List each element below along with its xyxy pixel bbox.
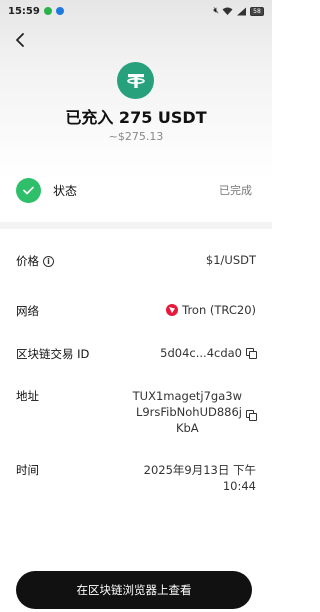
status-value: 已完成 xyxy=(219,184,252,197)
address-label: 地址 xyxy=(16,389,39,403)
back-button[interactable] xyxy=(10,30,30,50)
wifi-icon xyxy=(222,7,233,15)
txid-row: 区块链交易 ID 5d04c...4cda0 xyxy=(16,346,257,362)
signal-icon xyxy=(237,7,246,15)
wechat-icon xyxy=(43,7,52,15)
app-icon xyxy=(55,7,64,15)
status-label: 状态 xyxy=(53,183,78,198)
address-line-1: TUX1magetj7ga3w xyxy=(132,389,242,403)
network-row: 网络 Tron (TRC20) xyxy=(16,303,256,319)
price-label: 价格 xyxy=(16,254,39,268)
status-row: 状态 已完成 xyxy=(0,171,272,209)
time-label: 时间 xyxy=(16,463,39,477)
address-line-2: L9rsFibNohUD886j xyxy=(135,405,242,419)
address-line-3: KbA xyxy=(175,421,199,435)
info-icon[interactable]: i xyxy=(43,255,54,267)
time-line-2: 10:44 xyxy=(222,479,256,493)
status-bar: 15:59 🔇︎ 58 xyxy=(0,0,272,22)
network-value: Tron (TRC20) xyxy=(182,303,256,317)
tether-usdt-icon xyxy=(117,62,154,99)
address-row: 地址 TUX1magetj7ga3w L9rsFibNohUD886j KbA xyxy=(16,388,257,436)
section-divider xyxy=(0,222,272,229)
deposit-amount: 已充入 275 USDT xyxy=(65,108,207,127)
txid-label: 区块链交易 ID xyxy=(16,347,90,361)
chevron-left-icon xyxy=(16,33,24,47)
copy-address-icon[interactable] xyxy=(246,410,257,421)
mute-icon: 🔇︎ xyxy=(213,5,219,16)
price-value: $1/USDT xyxy=(205,253,256,267)
check-icon xyxy=(16,177,41,203)
fiat-amount: ~$275.13 xyxy=(108,130,164,143)
status-time: 15:59 xyxy=(8,5,40,17)
network-label: 网络 xyxy=(16,304,39,318)
txid-value: 5d04c...4cda0 xyxy=(160,346,242,360)
tron-icon xyxy=(166,304,179,316)
time-line-1: 2025年9月13日 下午 xyxy=(143,463,256,477)
time-row: 时间 2025年9月13日 下午 10:44 xyxy=(16,462,256,494)
battery-icon: 58 xyxy=(250,6,264,16)
view-on-explorer-button[interactable]: 在区块链浏览器上查看 xyxy=(16,571,252,609)
price-row: 价格 i $1/USDT xyxy=(16,253,256,269)
copy-txid-icon[interactable] xyxy=(246,348,257,359)
